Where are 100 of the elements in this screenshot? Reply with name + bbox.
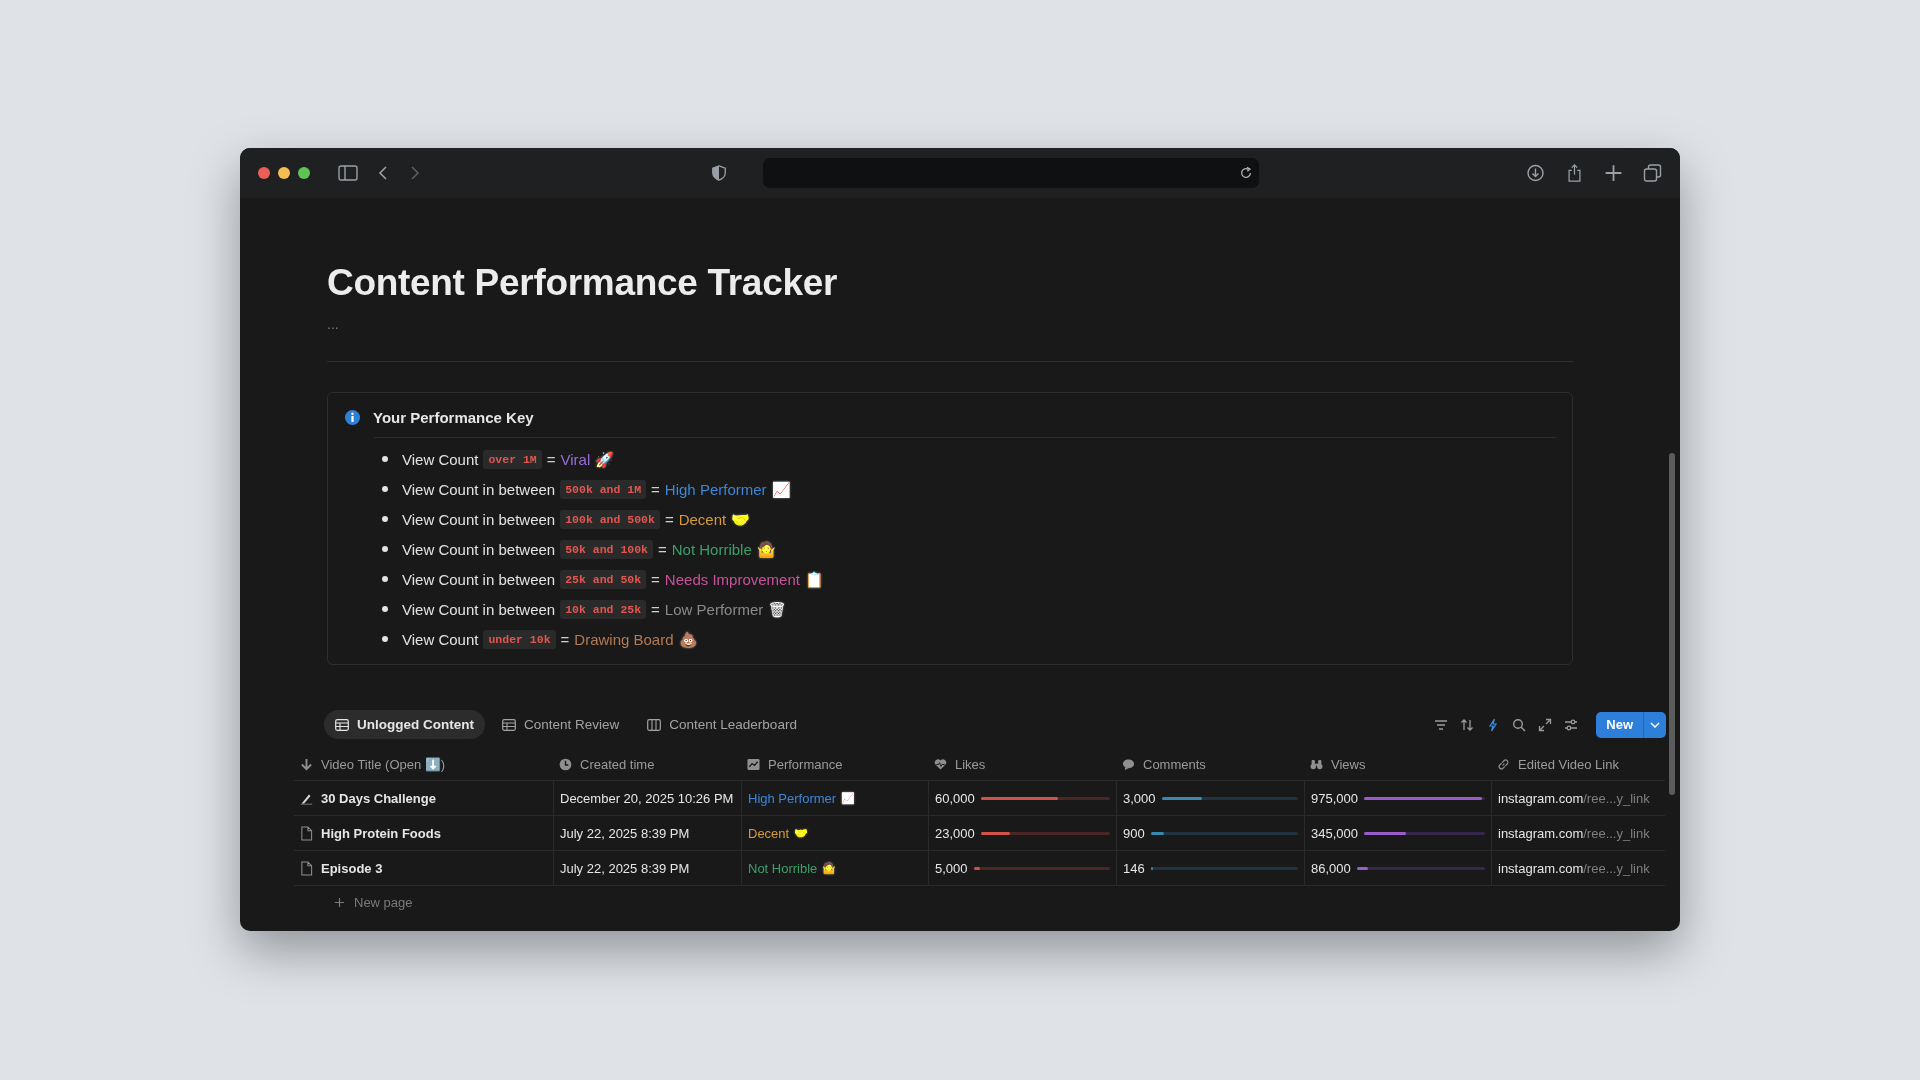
number-value: 3,000 [1123, 790, 1156, 806]
inline-code: 500k and 1M [560, 479, 647, 499]
sidebar-icon[interactable] [338, 165, 358, 181]
video-link[interactable]: instagram.com/ree...y_link [1498, 860, 1650, 876]
view-tab[interactable]: Content Leaderboard [636, 710, 808, 739]
number-value: 86,000 [1311, 860, 1351, 876]
bullet-icon [382, 606, 388, 612]
inline-code: 50k and 100k [560, 539, 653, 559]
column-header[interactable]: Performance [741, 748, 928, 780]
bullet-icon [382, 546, 388, 552]
forward-icon[interactable] [410, 165, 420, 181]
chevron-down-icon [1650, 721, 1660, 728]
key-text: View Count in between [402, 510, 556, 528]
close-button[interactable] [258, 167, 270, 179]
expand-icon[interactable] [1538, 717, 1553, 732]
performance-label: Decent [748, 825, 790, 841]
equals-sign: = [658, 540, 667, 558]
new-page-button[interactable]: New page [334, 895, 424, 910]
table-icon [502, 718, 516, 731]
emoji: 🤷 [822, 862, 837, 874]
performance-label: Not Horrible [748, 860, 818, 876]
key-text: View Count [402, 450, 479, 468]
inline-code: over 1M [483, 449, 542, 469]
inline-code: 25k and 50k [560, 569, 647, 589]
chart-icon [747, 757, 760, 771]
reload-icon[interactable] [1239, 166, 1253, 180]
equals-sign: = [546, 450, 556, 468]
emoji: 📈 [841, 792, 856, 804]
emoji: 🗑 [768, 601, 788, 617]
number-value: 146 [1123, 860, 1145, 876]
page-icon [300, 825, 313, 841]
equals-sign: = [651, 480, 660, 498]
comment-icon [1122, 757, 1135, 771]
search-icon[interactable] [1512, 717, 1527, 732]
column-header[interactable]: Video Title (Open ⬇) [294, 748, 553, 780]
tabs-overview-icon[interactable] [1643, 164, 1662, 182]
filter-icon[interactable] [1434, 717, 1449, 732]
new-tab-icon[interactable] [1604, 164, 1623, 182]
new-dropdown-button[interactable] [1644, 711, 1666, 738]
bullet-icon [382, 576, 388, 582]
column-title: Likes [955, 756, 986, 772]
video-link[interactable]: instagram.com/ree...y_link [1498, 790, 1650, 806]
download-icon[interactable] [1526, 164, 1545, 182]
performance-label: Low Performer [664, 600, 764, 618]
emoji: 📈 [771, 481, 791, 497]
heart-icon [934, 757, 947, 771]
performance-label: Decent [678, 510, 727, 528]
inline-code: 10k and 25k [560, 599, 647, 619]
plus-icon [334, 897, 345, 908]
share-icon[interactable] [1565, 164, 1584, 182]
column-header[interactable]: Views [1304, 748, 1491, 780]
scrollbar-thumb[interactable] [1669, 453, 1675, 795]
key-text: View Count [402, 630, 479, 648]
performance-label: High Performer [748, 790, 837, 806]
emoji: 🚀 [595, 451, 615, 467]
bullet-icon [382, 516, 388, 522]
performance-label: Drawing Board [574, 630, 674, 648]
minimize-button[interactable] [278, 167, 290, 179]
info-icon [344, 409, 361, 426]
number-value: 23,000 [935, 825, 975, 841]
column-title: Created time [580, 756, 655, 772]
video-link[interactable]: instagram.com/ree...y_link [1498, 825, 1650, 841]
shield-icon[interactable] [709, 165, 729, 181]
view-tab[interactable]: Unlogged Content [324, 710, 485, 739]
performance-label: Viral [560, 450, 591, 468]
column-header[interactable]: Edited Video Link [1491, 748, 1665, 780]
view-tab[interactable]: Content Review [491, 710, 631, 739]
settings-icon[interactable] [1564, 717, 1579, 732]
number-value: 60,000 [935, 790, 975, 806]
new-button[interactable]: New [1596, 711, 1644, 738]
binoculars-icon [1310, 757, 1323, 771]
inline-code: under 10k [483, 629, 556, 649]
video-title[interactable]: 30 Days Challenge [321, 790, 436, 806]
emoji: 📋 [804, 571, 824, 587]
page-menu[interactable]: ... [327, 315, 347, 333]
column-header[interactable]: Likes [928, 748, 1116, 780]
created-time: July 22, 2025 8:39 PM [560, 860, 690, 876]
number-value: 345,000 [1311, 825, 1358, 841]
page-icon [300, 860, 313, 876]
number-value: 5,000 [935, 860, 968, 876]
equals-sign: = [651, 600, 660, 618]
column-title: Video Title (Open ⬇) [321, 756, 446, 772]
zoom-button[interactable] [298, 167, 310, 179]
sort-icon[interactable] [1460, 717, 1475, 732]
inline-code: 100k and 500k [560, 509, 660, 529]
back-icon[interactable] [378, 165, 388, 181]
callout-title: Your Performance Key [373, 409, 534, 426]
emoji: 🤷 [756, 541, 776, 557]
column-header[interactable]: Comments [1116, 748, 1304, 780]
column-title: Comments [1143, 756, 1206, 772]
board-icon [647, 718, 662, 731]
video-title[interactable]: Episode 3 [321, 860, 383, 876]
equals-sign: = [560, 630, 570, 648]
column-title: Edited Video Link [1518, 756, 1619, 772]
emoji: 🤝 [794, 827, 809, 839]
equals-sign: = [664, 510, 674, 528]
column-header[interactable]: Created time [553, 748, 741, 780]
key-text: View Count in between [402, 540, 556, 558]
bullet-icon [382, 636, 388, 642]
video-title[interactable]: High Protein Foods [321, 825, 441, 841]
